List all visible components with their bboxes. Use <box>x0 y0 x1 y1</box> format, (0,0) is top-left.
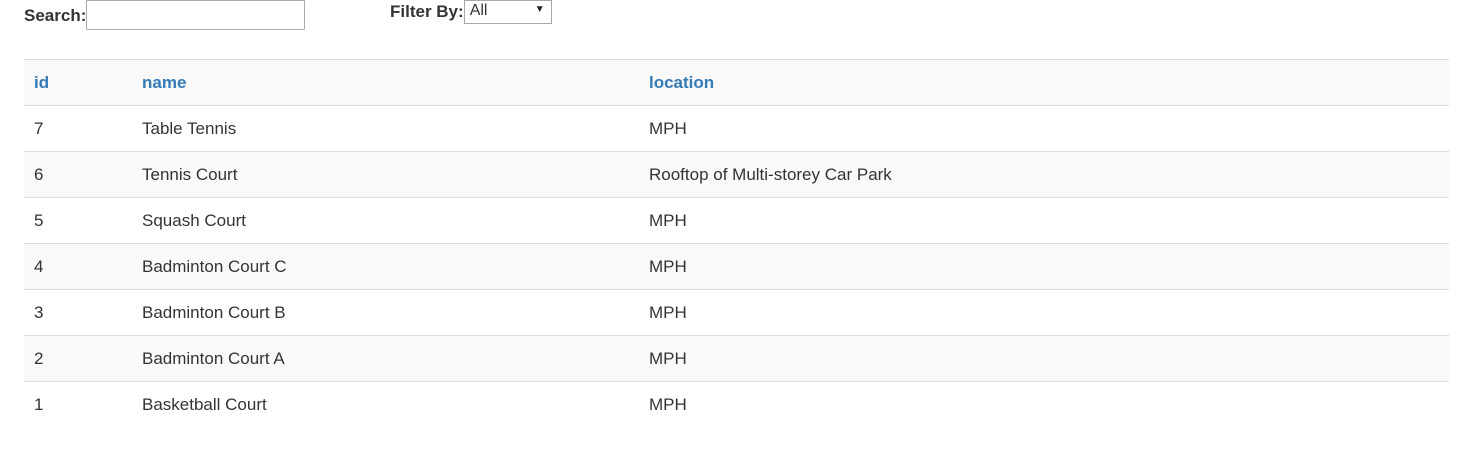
cell-name: Squash Court <box>132 197 639 244</box>
cell-id: 5 <box>24 197 132 244</box>
column-header-id[interactable]: id <box>24 59 132 106</box>
column-header-location[interactable]: location <box>639 59 1449 106</box>
cell-location: MPH <box>639 105 1449 152</box>
chevron-down-icon: ▼ <box>534 4 545 15</box>
filter-selected-value: All <box>469 2 488 19</box>
table-row[interactable]: 2 Badminton Court A MPH <box>24 335 1449 382</box>
cell-id: 2 <box>24 335 132 382</box>
cell-id: 4 <box>24 243 132 290</box>
cell-name: Basketball Court <box>132 381 639 428</box>
table-header-row: id name location <box>24 59 1449 106</box>
cell-id: 7 <box>24 105 132 152</box>
filter-select[interactable]: All ▼ <box>463 0 552 24</box>
cell-name: Badminton Court A <box>132 335 639 382</box>
table-row[interactable]: 4 Badminton Court C MPH <box>24 243 1449 290</box>
cell-location: Rooftop of Multi-storey Car Park <box>639 151 1449 198</box>
cell-location: MPH <box>639 289 1449 336</box>
cell-id: 3 <box>24 289 132 336</box>
table-row[interactable]: 5 Squash Court MPH <box>24 197 1449 244</box>
cell-location: MPH <box>639 243 1449 290</box>
filter-label: Filter By: <box>390 2 464 21</box>
cell-location: MPH <box>639 197 1449 244</box>
cell-id: 6 <box>24 151 132 198</box>
cell-name: Badminton Court C <box>132 243 639 290</box>
cell-id: 1 <box>24 381 132 428</box>
search-input[interactable] <box>86 0 306 30</box>
filter-group: Filter By: All ▼ <box>390 0 552 24</box>
search-group: Search: <box>24 0 306 30</box>
facilities-table: id name location 7 Table Tennis MPH 6 Te… <box>24 59 1449 428</box>
table-row[interactable]: 3 Badminton Court B MPH <box>24 289 1449 336</box>
column-header-name[interactable]: name <box>132 59 639 106</box>
table-row[interactable]: 1 Basketball Court MPH <box>24 381 1449 428</box>
controls-bar: Search: Filter By: All ▼ <box>24 0 724 34</box>
cell-name: Table Tennis <box>132 105 639 152</box>
cell-name: Tennis Court <box>132 151 639 198</box>
table-row[interactable]: 7 Table Tennis MPH <box>24 105 1449 152</box>
search-label: Search: <box>24 6 87 25</box>
cell-location: MPH <box>639 335 1449 382</box>
cell-name: Badminton Court B <box>132 289 639 336</box>
table-row[interactable]: 6 Tennis Court Rooftop of Multi-storey C… <box>24 151 1449 198</box>
cell-location: MPH <box>639 381 1449 428</box>
